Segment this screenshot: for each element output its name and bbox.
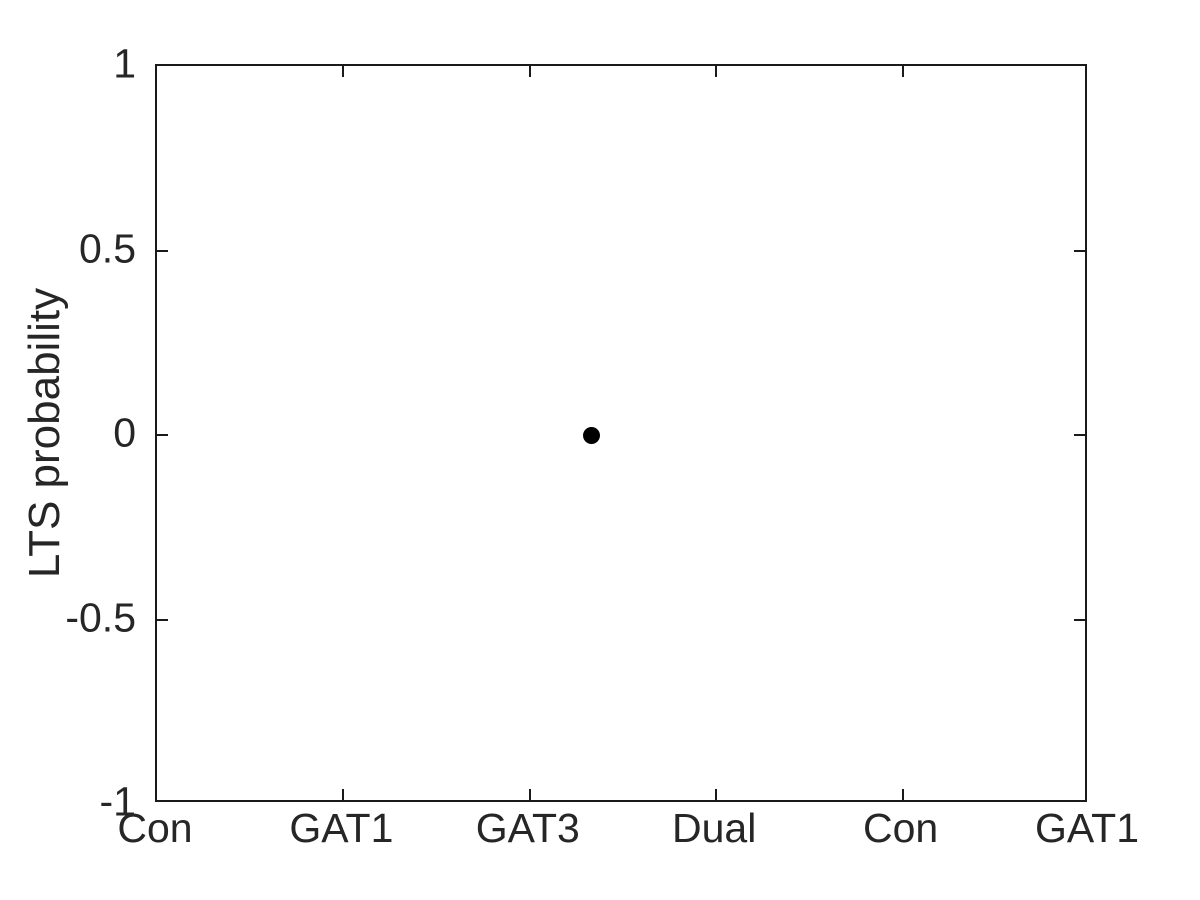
x-tick-label: Dual — [672, 805, 757, 851]
x-axis-tick — [715, 66, 718, 77]
y-axis-tick — [157, 249, 168, 252]
x-axis-tick — [901, 789, 904, 800]
y-tick-label: 0.5 — [79, 225, 136, 271]
x-tick-label: Con — [862, 805, 939, 851]
figure-canvas: LTS probability 1 0.5 0 -0.5 -1 Con GAT1… — [0, 0, 1200, 900]
x-axis-tick — [342, 66, 345, 77]
y-axis-tick — [1074, 249, 1085, 252]
x-tick-label: GAT1 — [1034, 805, 1140, 851]
y-axis-tick — [157, 434, 168, 436]
data-point — [582, 426, 600, 444]
y-tick-label: 1 — [113, 40, 136, 87]
x-axis-tick — [901, 66, 904, 77]
plot-area — [157, 66, 1085, 800]
y-axis-tick — [1074, 618, 1085, 621]
x-axis-tick — [528, 789, 531, 800]
y-tick-label: -0.5 — [65, 594, 136, 640]
x-tick-label: GAT1 — [289, 805, 394, 851]
x-axis-tick — [715, 789, 718, 800]
x-tick-label: GAT3 — [475, 805, 580, 851]
x-axis-tick — [342, 789, 345, 800]
y-axis-label: LTS probability — [20, 287, 69, 579]
plot-box — [155, 64, 1087, 802]
y-axis-tick — [157, 618, 168, 621]
x-tick-label: Con — [117, 805, 193, 851]
x-axis-tick — [528, 66, 531, 77]
y-axis-tick — [1074, 434, 1085, 436]
y-tick-label: 0 — [113, 409, 136, 456]
